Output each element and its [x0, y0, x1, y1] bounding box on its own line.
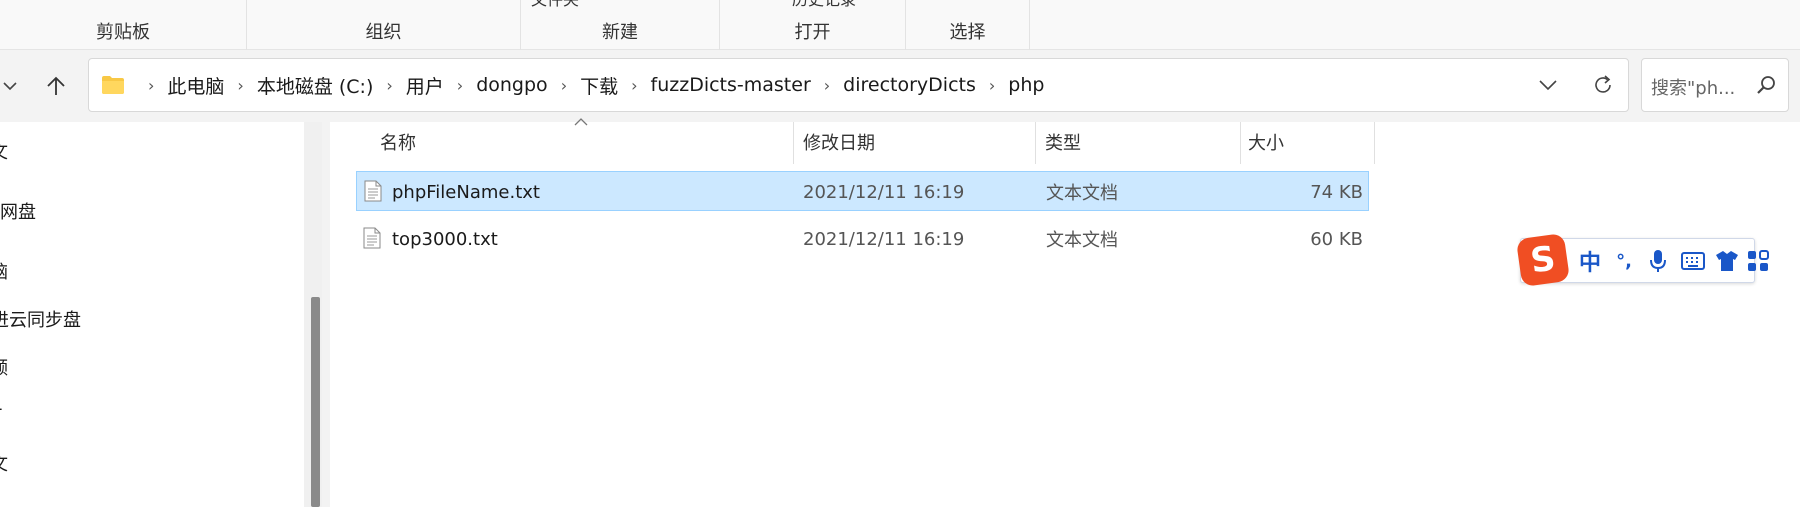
ime-mode-toggle[interactable]: 中 [1575, 247, 1605, 276]
file-row[interactable]: top3000.txt 2021/12/11 16:19 文本文档 60 KB [356, 219, 1369, 259]
nav-item-cloud-sync[interactable]: 进云同步盘 [0, 306, 81, 332]
chevron-right-icon[interactable]: › [824, 76, 830, 95]
refresh-button[interactable] [1592, 59, 1614, 111]
chevron-right-icon[interactable]: › [386, 76, 392, 95]
recent-locations-button[interactable] [0, 68, 28, 104]
ime-logo-text: S [1528, 238, 1558, 282]
ribbon-group-label: 组织 [365, 22, 402, 43]
file-size: 74 KB [1310, 181, 1363, 203]
column-divider[interactable] [793, 122, 794, 164]
crumb-this-pc[interactable]: 此电脑 [167, 72, 224, 99]
chevron-right-icon[interactable]: › [457, 76, 463, 95]
column-divider[interactable] [1240, 122, 1241, 164]
file-type: 文本文档 [1046, 183, 1118, 204]
sort-ascending-icon [574, 118, 588, 126]
chevron-right-icon[interactable]: › [148, 76, 154, 95]
pane-divider[interactable] [322, 122, 330, 507]
column-divider[interactable] [1035, 122, 1036, 164]
chevron-right-icon[interactable]: › [989, 76, 995, 95]
file-row[interactable]: phpFileName.txt 2021/12/11 16:19 文本文档 74… [356, 171, 1369, 211]
text-file-icon [363, 227, 381, 249]
file-date: 2021/12/11 16:19 [803, 228, 965, 250]
breadcrumb: › 此电脑 › 本地磁盘 (C:) › 用户 › dongpo › 下载 › f… [101, 59, 1044, 111]
nav-item-documents-2[interactable]: 文 [0, 450, 8, 476]
nav-scrollbar-thumb[interactable] [311, 297, 320, 507]
address-bar[interactable]: › 此电脑 › 本地磁盘 (C:) › 用户 › dongpo › 下载 › f… [88, 58, 1629, 112]
ribbon: 剪贴板 组织 文件夹 新建 历史记录 打开 选择 [0, 0, 1800, 50]
nav-item-documents[interactable]: 文 [0, 138, 8, 164]
navigation-pane: 文 网盘 脑 进云同步盘 频 - 文 [0, 122, 304, 507]
navigation-row: › 此电脑 › 本地磁盘 (C:) › 用户 › dongpo › 下载 › f… [0, 50, 1800, 122]
search-box[interactable]: 搜索"ph... [1641, 58, 1789, 112]
crumb-user[interactable]: dongpo [476, 74, 547, 96]
ribbon-group-label: 打开 [794, 22, 831, 43]
ime-toolbar[interactable]: S 中 °, [1515, 232, 1769, 288]
column-header-label: 类型 [1045, 133, 1081, 154]
nav-item-computer[interactable]: 脑 [0, 258, 8, 284]
file-name[interactable]: top3000.txt [392, 219, 498, 259]
file-type: 文本文档 [1046, 230, 1118, 251]
column-header-name[interactable]: 名称 [380, 122, 760, 162]
refresh-icon [1595, 75, 1611, 93]
crumb-fuzzdicts[interactable]: fuzzDicts-master [651, 74, 811, 96]
column-header-size[interactable]: 大小 [1248, 122, 1368, 162]
ribbon-group-label: 新建 [602, 22, 638, 43]
chevron-right-icon[interactable]: › [561, 76, 567, 95]
ribbon-group-organize[interactable]: 组织 [247, 0, 521, 50]
column-header-type[interactable]: 类型 [1045, 122, 1245, 162]
nav-item-misc[interactable]: - [0, 398, 3, 419]
nav-item-videos[interactable]: 频 [0, 354, 8, 380]
keyboard-icon [1681, 252, 1705, 270]
column-header-label: 大小 [1248, 133, 1284, 154]
crumb-local-disk[interactable]: 本地磁盘 (C:) [257, 72, 374, 99]
file-name[interactable]: phpFileName.txt [392, 172, 540, 212]
column-header-date[interactable]: 修改日期 [803, 122, 1043, 162]
ribbon-group-label: 选择 [949, 22, 986, 43]
ime-toolbox-button[interactable] [1743, 247, 1773, 275]
ribbon-group-open[interactable]: 历史记录 打开 [720, 0, 906, 50]
history-label[interactable]: 历史记录 [792, 0, 856, 10]
chevron-right-icon[interactable]: › [631, 76, 637, 95]
ribbon-group-label: 剪贴板 [96, 22, 150, 43]
up-button[interactable] [38, 68, 74, 104]
ribbon-group-select[interactable]: 选择 [906, 0, 1030, 50]
column-header-label: 名称 [380, 133, 416, 154]
text-file-icon [364, 180, 382, 202]
microphone-icon [1650, 250, 1666, 272]
ime-skin-button[interactable] [1712, 247, 1742, 275]
file-size: 60 KB [1310, 228, 1363, 250]
chevron-down-icon [3, 82, 17, 91]
ribbon-group-new[interactable]: 文件夹 新建 [521, 0, 720, 50]
ribbon-group-clipboard[interactable]: 剪贴板 [0, 0, 247, 50]
crumb-php[interactable]: php [1008, 74, 1044, 96]
ime-punctuation-toggle[interactable]: °, [1609, 247, 1639, 275]
arrow-up-icon [47, 76, 65, 95]
crumb-downloads[interactable]: 下载 [580, 72, 618, 99]
shirt-icon [1716, 251, 1738, 271]
apps-grid-icon [1748, 250, 1769, 271]
search-input[interactable]: 搜索"ph... [1651, 74, 1735, 100]
ime-voice-button[interactable] [1643, 247, 1673, 275]
address-history-button[interactable] [1539, 59, 1557, 111]
chevron-right-icon[interactable]: › [237, 76, 243, 95]
nav-item-netdisk[interactable]: 网盘 [0, 198, 36, 224]
crumb-directorydicts[interactable]: directoryDicts [843, 74, 976, 96]
search-icon[interactable] [1756, 75, 1776, 95]
crumb-users[interactable]: 用户 [406, 72, 444, 99]
column-divider[interactable] [1374, 122, 1375, 164]
file-date: 2021/12/11 16:19 [803, 181, 965, 203]
new-folder-label[interactable]: 文件夹 [531, 0, 579, 10]
folder-icon [102, 76, 124, 94]
chevron-down-icon [1539, 80, 1557, 91]
ime-keyboard-button[interactable] [1677, 247, 1709, 275]
sogou-logo-icon[interactable]: S [1515, 232, 1571, 288]
column-header-label: 修改日期 [803, 133, 875, 154]
